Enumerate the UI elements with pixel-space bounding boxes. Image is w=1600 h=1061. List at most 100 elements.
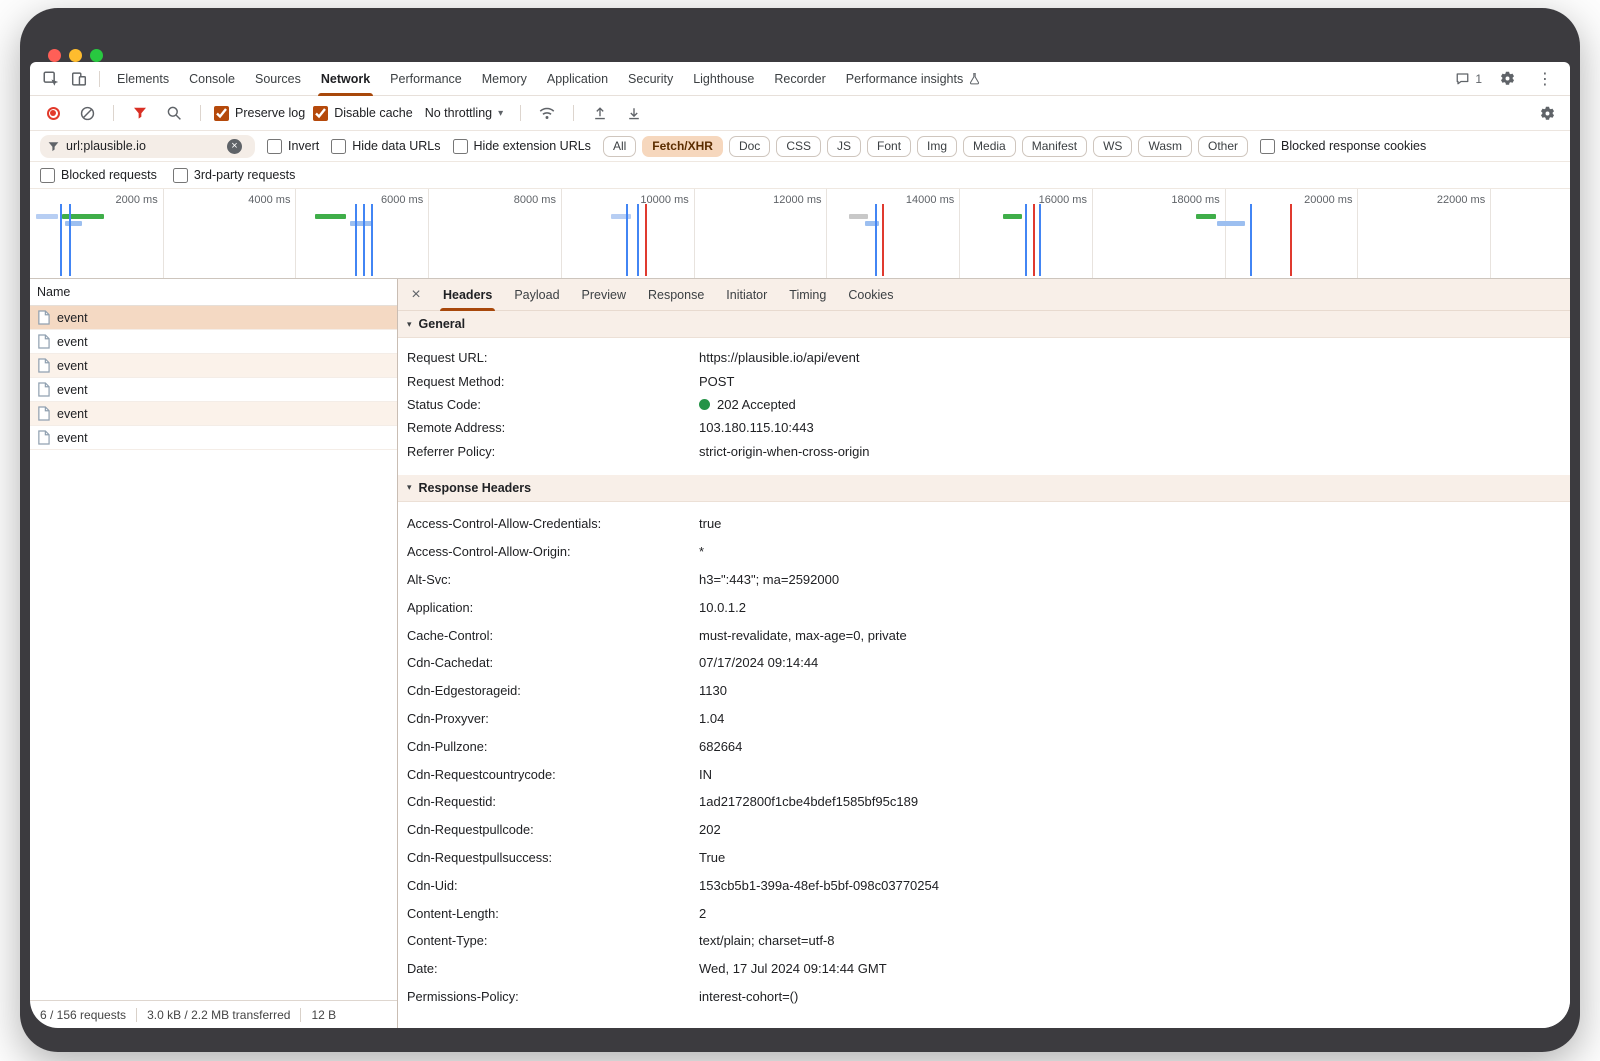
disable-cache-input[interactable]	[313, 106, 328, 121]
tab-lighthouse[interactable]: Lighthouse	[683, 62, 764, 96]
filter-chip-ws[interactable]: WS	[1093, 136, 1132, 157]
section-header-response-headers[interactable]: ▾Response Headers	[398, 475, 1570, 502]
section-header-general[interactable]: ▾General	[398, 311, 1570, 338]
detail-tab-payload[interactable]: Payload	[503, 279, 570, 311]
waterfall-mark	[1196, 214, 1216, 219]
header-value: 202 Accepted	[699, 397, 796, 412]
header-value-text: 07/17/2024 09:14:44	[699, 655, 818, 670]
clear-filter-icon[interactable]: ×	[227, 139, 242, 154]
collapse-triangle-icon: ▾	[407, 482, 412, 493]
detail-tab-preview[interactable]: Preview	[571, 279, 637, 311]
minimize-window-button[interactable]	[69, 49, 82, 62]
blocked-response-cookies-input[interactable]	[1260, 139, 1275, 154]
request-row[interactable]: event	[30, 426, 397, 450]
timeline-tick-label: 2000 ms	[116, 194, 158, 206]
more-options-icon[interactable]: ⋮	[1532, 66, 1558, 92]
filter-input[interactable]	[66, 139, 221, 153]
search-icon[interactable]	[161, 100, 187, 126]
blocked-requests-checkbox[interactable]: Blocked requests	[40, 168, 157, 183]
close-details-icon[interactable]: ×	[404, 283, 428, 307]
invert-checkbox[interactable]: Invert	[267, 139, 319, 154]
request-row[interactable]: event	[30, 306, 397, 330]
filter-chip-media[interactable]: Media	[963, 136, 1016, 157]
detail-tab-response[interactable]: Response	[637, 279, 715, 311]
header-value: 103.180.115.10:443	[699, 420, 814, 435]
hide-data-urls-input[interactable]	[331, 139, 346, 154]
tab-network[interactable]: Network	[311, 62, 380, 96]
third-party-requests-checkbox[interactable]: 3rd-party requests	[173, 168, 295, 183]
network-conditions-icon[interactable]	[534, 100, 560, 126]
record-network-log-button[interactable]	[40, 100, 66, 126]
filter-chip-fetch-xhr[interactable]: Fetch/XHR	[642, 136, 723, 157]
hide-data-urls-label: Hide data URLs	[352, 139, 440, 153]
filter-chip-img[interactable]: Img	[917, 136, 957, 157]
tab-sources[interactable]: Sources	[245, 62, 311, 96]
tab-security[interactable]: Security	[618, 62, 683, 96]
header-name: Cdn-Cachedat:	[407, 655, 699, 670]
export-har-icon[interactable]	[621, 100, 647, 126]
detail-tab-headers[interactable]: Headers	[432, 279, 503, 311]
close-window-button[interactable]	[48, 49, 61, 62]
preserve-log-input[interactable]	[214, 106, 229, 121]
detail-tab-timing[interactable]: Timing	[778, 279, 837, 311]
zoom-window-button[interactable]	[90, 49, 103, 62]
filter-chip-js[interactable]: JS	[827, 136, 861, 157]
request-details-tab-bar: × HeadersPayloadPreviewResponseInitiator…	[398, 279, 1570, 311]
tab-application[interactable]: Application	[537, 62, 618, 96]
request-row[interactable]: event	[30, 378, 397, 402]
import-har-icon[interactable]	[587, 100, 613, 126]
filter-chip-all[interactable]: All	[603, 136, 636, 157]
header-row: Cdn-Uid:153cb5b1-399a-48ef-b5bf-098c0377…	[398, 871, 1570, 899]
header-name: Referrer Policy:	[407, 444, 699, 459]
timeline-tick-label: 10000 ms	[640, 194, 688, 206]
filter-chip-css[interactable]: CSS	[776, 136, 821, 157]
filter-chip-font[interactable]: Font	[867, 136, 911, 157]
filter-chip-other[interactable]: Other	[1198, 136, 1248, 157]
throttling-select[interactable]: No throttling ▾	[421, 106, 507, 120]
filter-chip-wasm[interactable]: Wasm	[1138, 136, 1192, 157]
filter-chip-manifest[interactable]: Manifest	[1022, 136, 1087, 157]
detail-tab-initiator[interactable]: Initiator	[715, 279, 778, 311]
hide-extension-urls-checkbox[interactable]: Hide extension URLs	[453, 139, 591, 154]
hide-data-urls-checkbox[interactable]: Hide data URLs	[331, 139, 440, 154]
tab-performance-insights[interactable]: Performance insights	[836, 62, 991, 96]
waterfall-mark	[36, 214, 58, 219]
clear-network-log-icon[interactable]	[74, 100, 100, 126]
request-row[interactable]: event	[30, 402, 397, 426]
header-name: Request URL:	[407, 350, 699, 365]
tab-elements[interactable]: Elements	[107, 62, 179, 96]
tab-memory[interactable]: Memory	[472, 62, 537, 96]
waterfall-mark	[355, 204, 357, 276]
invert-input[interactable]	[267, 139, 282, 154]
timeline-tick-label: 16000 ms	[1039, 194, 1087, 206]
disable-cache-checkbox[interactable]: Disable cache	[313, 106, 413, 121]
request-row[interactable]: event	[30, 330, 397, 354]
network-settings-gear-icon[interactable]	[1534, 100, 1560, 126]
filter-icon	[47, 140, 60, 153]
third-party-requests-label: 3rd-party requests	[194, 168, 295, 182]
tab-performance[interactable]: Performance	[380, 62, 472, 96]
header-name: Cdn-Requestpullcode:	[407, 822, 699, 837]
tab-label: Performance	[390, 72, 462, 86]
third-party-requests-input[interactable]	[173, 168, 188, 183]
settings-gear-icon[interactable]	[1494, 66, 1520, 92]
blocked-response-cookies-checkbox[interactable]: Blocked response cookies	[1260, 139, 1426, 154]
blocked-requests-input[interactable]	[40, 168, 55, 183]
filter-funnel-icon[interactable]	[127, 100, 153, 126]
filter-chip-doc[interactable]: Doc	[729, 136, 770, 157]
filter-input-box[interactable]: ×	[40, 135, 255, 158]
device-toolbar-icon[interactable]	[66, 66, 92, 92]
issues-counter-button[interactable]: 1	[1453, 70, 1482, 88]
request-name: event	[57, 335, 88, 349]
inspect-element-icon[interactable]	[38, 66, 64, 92]
request-row[interactable]: event	[30, 354, 397, 378]
tab-recorder[interactable]: Recorder	[764, 62, 835, 96]
detail-tab-cookies[interactable]: Cookies	[837, 279, 904, 311]
preserve-log-checkbox[interactable]: Preserve log	[214, 106, 305, 121]
timeline-gridline	[1092, 189, 1093, 278]
hide-extension-urls-input[interactable]	[453, 139, 468, 154]
timeline-gridline	[694, 189, 695, 278]
tab-console[interactable]: Console	[179, 62, 245, 96]
network-overview-timeline[interactable]: 2000 ms4000 ms6000 ms8000 ms10000 ms1200…	[30, 189, 1570, 279]
name-column-header[interactable]: Name	[30, 279, 397, 306]
